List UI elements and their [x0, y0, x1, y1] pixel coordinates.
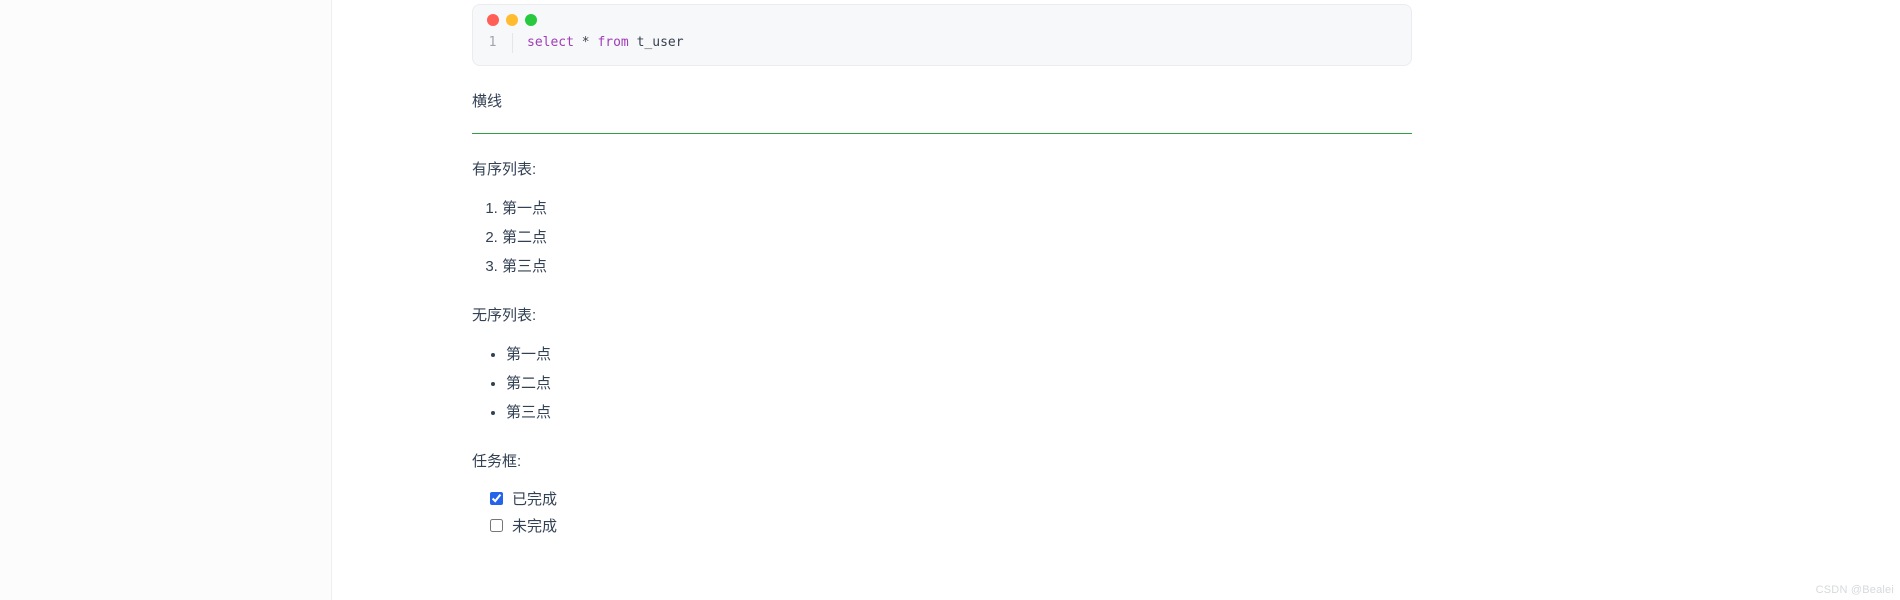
- task-item: 未完成: [490, 512, 1412, 539]
- task-label: 已完成: [512, 488, 557, 509]
- article: 1 select * from t_user 横线 有序列表: 第一点: [472, 4, 1412, 539]
- sql-table-name: t_user: [637, 35, 684, 50]
- sql-star: *: [582, 35, 590, 50]
- list-item: 第三点: [506, 397, 1412, 426]
- task-list: 已完成 未完成: [472, 485, 1412, 539]
- task-checkbox-undone[interactable]: [490, 519, 503, 532]
- window-minimize-icon: [506, 14, 518, 26]
- task-list-label: 任务框:: [472, 450, 1412, 471]
- unordered-list: 第一点 第二点 第三点: [472, 339, 1412, 426]
- sidebar: [0, 0, 332, 600]
- page-root: 1 select * from t_user 横线 有序列表: 第一点: [0, 0, 1900, 600]
- sql-keyword-from: from: [597, 35, 628, 50]
- task-label: 未完成: [512, 515, 557, 536]
- list-item: 第二点: [506, 368, 1412, 397]
- hr-section-label: 横线: [472, 90, 1412, 111]
- ordered-list-label: 有序列表:: [472, 158, 1412, 179]
- code-window-controls: [473, 5, 1411, 29]
- watermark: CSDN @Bealei: [1816, 584, 1894, 596]
- code-body: 1 select * from t_user: [473, 29, 1411, 65]
- task-checkbox-done[interactable]: [490, 492, 503, 505]
- unordered-list-label: 无序列表:: [472, 304, 1412, 325]
- task-item: 已完成: [490, 485, 1412, 512]
- window-close-icon: [487, 14, 499, 26]
- list-item: 第二点: [502, 222, 1412, 251]
- ordered-list: 第一点 第二点 第三点: [472, 193, 1412, 280]
- code-line: select * from t_user: [513, 33, 684, 53]
- window-zoom-icon: [525, 14, 537, 26]
- code-block: 1 select * from t_user: [472, 4, 1412, 66]
- list-item: 第一点: [506, 339, 1412, 368]
- code-line-number: 1: [473, 33, 513, 53]
- list-item: 第一点: [502, 193, 1412, 222]
- main-content: 1 select * from t_user 横线 有序列表: 第一点: [332, 0, 1900, 600]
- list-item: 第三点: [502, 251, 1412, 280]
- sql-keyword-select: select: [527, 35, 574, 50]
- horizontal-rule: [472, 133, 1412, 134]
